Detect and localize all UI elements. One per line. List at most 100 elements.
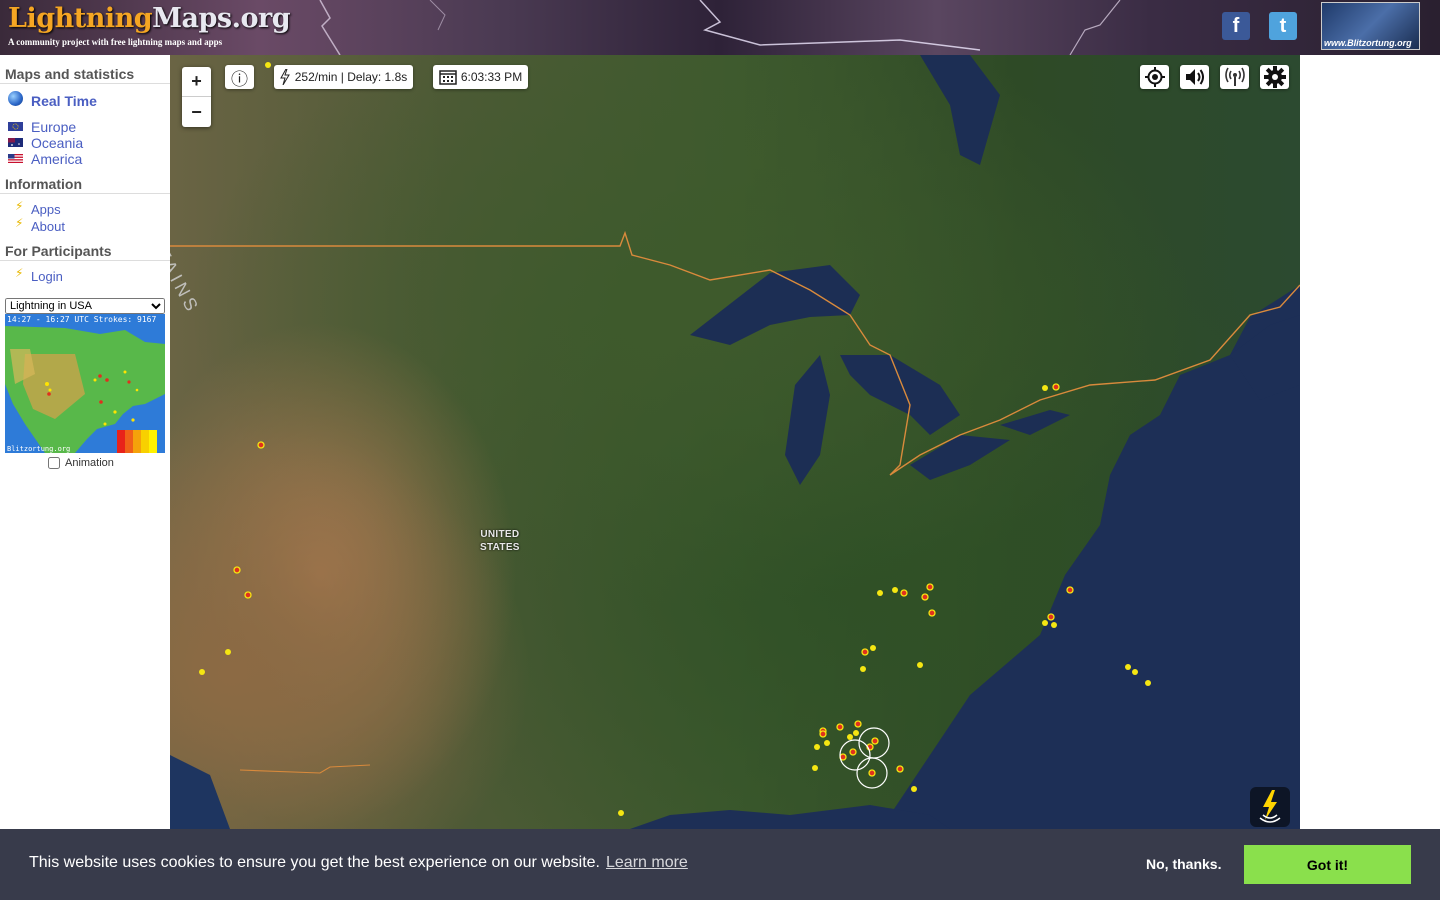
animation-toggle[interactable]: Animation: [48, 457, 114, 469]
lightning-strike-marker: [836, 723, 844, 731]
nav-realtime[interactable]: Real Time: [31, 93, 97, 109]
gear-icon: [1263, 66, 1286, 88]
calendar-icon: [439, 70, 457, 85]
zoom-out-button[interactable]: −: [182, 97, 211, 127]
animation-checkbox[interactable]: [48, 457, 60, 469]
lightning-strike-marker: [896, 765, 904, 773]
lightning-bolt-icon: ⚡: [15, 216, 24, 230]
country-label: UNITED STATES: [480, 528, 520, 554]
mini-lightning-map[interactable]: 14:27 - 16:27 UTC Strokes: 9167 Blitzort…: [5, 314, 165, 453]
zoom-control: + −: [182, 67, 211, 127]
nav-europe[interactable]: Europe: [31, 119, 76, 135]
sound-button[interactable]: [1180, 65, 1209, 89]
section-title-information: Information: [5, 176, 82, 192]
lightning-strike-marker: [1145, 680, 1151, 686]
lightning-strike-marker: [928, 609, 936, 617]
lightning-strike-marker: [233, 566, 241, 574]
divider: [0, 193, 170, 194]
lightning-strike-marker: [853, 730, 859, 736]
cookie-message-text: This website uses cookies to ensure you …: [29, 854, 600, 871]
settings-button[interactable]: [1260, 65, 1289, 89]
info-icon: ⓘ: [231, 69, 248, 89]
lightning-strike-marker: [812, 765, 818, 771]
lightning-strike-marker: [900, 589, 908, 597]
section-title-maps: Maps and statistics: [5, 66, 135, 82]
stations-button[interactable]: [1220, 65, 1249, 89]
lightning-logo-icon[interactable]: [1250, 787, 1290, 827]
lightning-strike-marker: [819, 730, 827, 738]
region-select[interactable]: Lightning in USA: [5, 298, 165, 314]
lightning-strike-marker: [917, 662, 923, 668]
eu-flag-icon: [8, 122, 23, 131]
lightning-strike-marker: [1066, 586, 1074, 594]
nav-america[interactable]: America: [31, 151, 82, 167]
logo-text-maps: Maps.org: [152, 3, 291, 34]
lightning-strike-marker: [1051, 622, 1057, 628]
lightning-strike-marker: [1042, 385, 1048, 391]
zoom-in-button[interactable]: +: [182, 67, 211, 97]
lightning-strike-marker: [926, 583, 934, 591]
australia-flag-icon: [8, 138, 23, 147]
site-tagline: A community project with free lightning …: [8, 37, 223, 47]
divider: [0, 260, 170, 261]
speaker-icon: [1185, 69, 1204, 85]
lightning-strike-marker: [199, 669, 205, 675]
learn-more-link[interactable]: Learn more: [606, 854, 688, 871]
animation-label: Animation: [65, 457, 114, 469]
sidebar: Maps and statistics Real Time Europe Oce…: [0, 55, 170, 829]
site-header: LightningMaps.org A community project wi…: [0, 0, 1440, 55]
usa-flag-icon: [8, 154, 23, 163]
info-button[interactable]: ⓘ: [225, 65, 254, 89]
nav-apps[interactable]: Apps: [31, 202, 61, 217]
mini-map-brand: Blitzortung.org: [7, 445, 71, 453]
nav-about[interactable]: About: [31, 219, 65, 234]
lightning-strike-marker: [1047, 613, 1055, 621]
site-logo[interactable]: LightningMaps.org: [8, 3, 291, 34]
bolt-graphic: [1259, 790, 1281, 823]
twitter-icon[interactable]: t: [1269, 12, 1297, 40]
lightning-strike-marker: [1052, 383, 1060, 391]
lightning-bolt-icon: ⚡: [15, 266, 24, 280]
lightning-strike-marker: [892, 587, 898, 593]
lightning-strike-marker: [847, 734, 853, 740]
lightning-strike-marker: [868, 769, 876, 777]
lightning-strike-marker: [1132, 669, 1138, 675]
lightning-strike-marker: [911, 786, 917, 792]
nav-oceania[interactable]: Oceania: [31, 135, 83, 151]
facebook-icon[interactable]: f: [1222, 12, 1250, 40]
lightning-bolt-icon: [279, 69, 290, 85]
lightning-map[interactable]: UNITED STATES TAINS + − ⓘ 252/min | Delay…: [170, 55, 1300, 829]
lightning-strike-marker: [244, 591, 252, 599]
divider: [0, 83, 170, 84]
time-text: 6:03:33 PM: [460, 70, 523, 84]
country-label-line1: UNITED: [480, 529, 520, 540]
mini-map-graphic: [5, 326, 165, 453]
globe-icon: [8, 91, 23, 106]
locate-button[interactable]: [1140, 65, 1169, 89]
accept-cookies-button[interactable]: Got it!: [1244, 845, 1411, 884]
time-display[interactable]: 6:03:33 PM: [433, 65, 528, 89]
lightning-strike-marker: [824, 740, 830, 746]
cookie-banner: This website uses cookies to ensure you …: [0, 829, 1440, 900]
antenna-icon: [1224, 67, 1245, 86]
crosshair-icon: [1144, 67, 1165, 87]
lightning-strike-marker: [877, 590, 883, 596]
logo-text-lightning: Lightning: [8, 3, 153, 34]
lightning-strike-marker: [870, 645, 876, 651]
partner-logo-text: www.Blitzortung.org: [1324, 38, 1412, 48]
country-label-line2: STATES: [480, 542, 520, 553]
lightning-bolt-icon: ⚡: [15, 199, 24, 213]
lightning-strike-marker: [921, 593, 929, 601]
lightning-strike-marker: [871, 737, 879, 745]
stroke-rate-text: 252/min | Delay: 1.8s: [294, 70, 408, 84]
section-title-participants: For Participants: [5, 243, 112, 259]
lightning-strike-marker: [1125, 664, 1131, 670]
lightning-strike-marker: [849, 748, 857, 756]
decline-cookies-button[interactable]: No, thanks.: [1146, 856, 1221, 872]
cookie-message: This website uses cookies to ensure you …: [29, 854, 688, 872]
stroke-rate-display[interactable]: 252/min | Delay: 1.8s: [274, 65, 413, 89]
mini-map-caption: 14:27 - 16:27 UTC Strokes: 9167: [7, 315, 157, 324]
nav-login[interactable]: Login: [31, 269, 63, 284]
blitzortung-partner-logo[interactable]: www.Blitzortung.org: [1321, 2, 1420, 50]
lightning-strike-marker: [814, 744, 820, 750]
